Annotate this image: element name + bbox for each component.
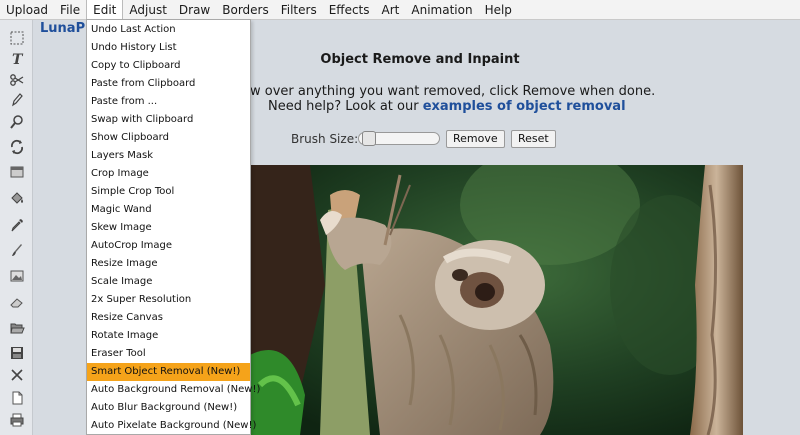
svg-text:T: T [12,52,24,66]
brush-icon[interactable] [7,240,27,260]
print-icon[interactable] [7,410,27,430]
menu-item-eraser-tool[interactable]: Eraser Tool [87,345,250,363]
menu-item-rotate-image[interactable]: Rotate Image [87,327,250,345]
edit-menu-dropdown: Undo Last Action Undo History List Copy … [86,19,260,435]
select-icon[interactable] [7,28,27,48]
menu-item-undo-last-action[interactable]: Undo Last Action [87,21,250,39]
image-canvas[interactable] [250,165,743,435]
sloth-photo [250,165,743,435]
open-folder-icon[interactable] [7,318,27,338]
brush-size-label: Brush Size: [291,132,359,146]
close-icon[interactable] [7,365,27,385]
menu-upload[interactable]: Upload [0,0,54,20]
menu-borders[interactable]: Borders [216,0,274,20]
menu-art[interactable]: Art [376,0,406,20]
menu-item-resize-image[interactable]: Resize Image [87,255,250,273]
menu-animation[interactable]: Animation [405,0,478,20]
brush-size-slider[interactable] [358,131,440,146]
menu-file[interactable]: File [54,0,86,20]
instruction-text: w over anything you want removed, click … [250,84,656,99]
menu-item-swap-with-clipboard[interactable]: Swap with Clipboard [87,111,250,129]
help-prefix: Need help? Look at our [268,99,423,114]
layers-icon[interactable] [7,162,27,182]
menu-item-scale-image[interactable]: Scale Image [87,273,250,291]
menu-item-paste-from-clipboard[interactable]: Paste from Clipboard [87,75,250,93]
eraser-icon[interactable] [7,292,27,312]
menu-item-auto-blur-background[interactable]: Auto Blur Background (New!) [87,399,250,417]
menu-adjust[interactable]: Adjust [123,0,173,20]
menu-item-skew-image[interactable]: Skew Image [87,219,250,237]
menu-item-crop-image[interactable]: Crop Image [87,165,250,183]
zoom-icon[interactable] [7,112,27,132]
menu-item-show-clipboard[interactable]: Show Clipboard [87,129,250,147]
slider-thumb[interactable] [362,131,376,146]
paint-bucket-icon[interactable] [7,188,27,208]
help-text: Need help? Look at our examples of objec… [268,99,626,114]
menu-item-smart-object-removal[interactable]: Smart Object Removal (New!) [87,363,250,381]
pencil-icon[interactable] [7,90,27,110]
menu-effects[interactable]: Effects [323,0,376,20]
menu-filters[interactable]: Filters [275,0,323,20]
new-file-icon[interactable] [7,388,27,408]
menu-item-auto-background-removal[interactable]: Auto Background Removal (New!) [87,381,260,399]
menu-item-undo-history-list[interactable]: Undo History List [87,39,250,57]
menu-draw[interactable]: Draw [173,0,216,20]
menu-item-paste-from[interactable]: Paste from ... [87,93,250,111]
examples-link[interactable]: examples of object removal [423,99,626,114]
menu-item-resize-canvas[interactable]: Resize Canvas [87,309,250,327]
menu-item-magic-wand[interactable]: Magic Wand [87,201,250,219]
scissors-icon[interactable] [7,70,27,90]
save-icon[interactable] [7,343,27,363]
page-title: Object Remove and Inpaint [320,52,520,67]
menu-edit[interactable]: Edit [86,0,124,20]
image-icon[interactable] [7,266,27,286]
rotate-icon[interactable] [7,137,27,157]
text-icon[interactable]: T [7,48,27,68]
menu-item-super-resolution[interactable]: 2x Super Resolution [87,291,250,309]
menu-item-simple-crop-tool[interactable]: Simple Crop Tool [87,183,250,201]
remove-button[interactable]: Remove [446,130,505,148]
menu-item-autocrop-image[interactable]: AutoCrop Image [87,237,250,255]
left-toolbar: T [0,20,33,435]
eyedropper-icon[interactable] [7,215,27,235]
menubar: Upload File Edit Adjust Draw Borders Fil… [0,0,800,20]
menu-item-auto-pixelate-background[interactable]: Auto Pixelate Background (New!) [87,417,256,435]
menu-item-layers-mask[interactable]: Layers Mask [87,147,250,165]
reset-button[interactable]: Reset [511,130,556,148]
menu-item-copy-to-clipboard[interactable]: Copy to Clipboard [87,57,250,75]
menu-help[interactable]: Help [479,0,518,20]
